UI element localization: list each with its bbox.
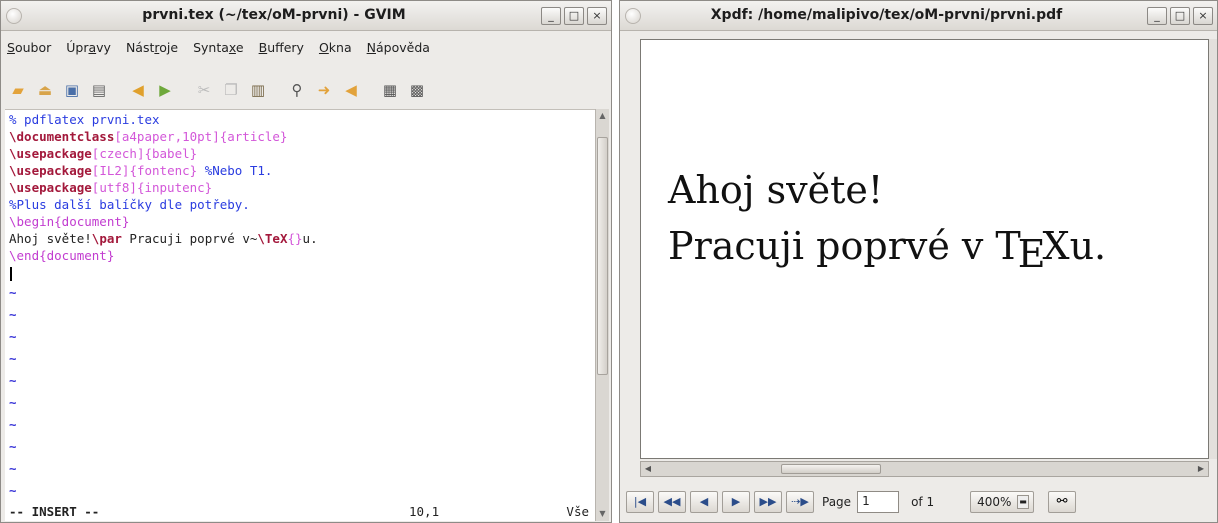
empty-line-marker: ~ — [9, 329, 17, 344]
menu-nastroje[interactable]: Nástroje — [126, 40, 178, 55]
empty-line-marker: ~ — [9, 285, 17, 300]
maximize-button[interactable]: □ — [1170, 7, 1190, 25]
close-button[interactable]: × — [587, 7, 607, 25]
forward-history-button[interactable]: ⇢▶ — [786, 491, 814, 513]
zoom-value: 400% — [977, 495, 1012, 509]
empty-line-marker: ~ — [9, 351, 17, 366]
load-session-icon[interactable]: ▦ — [381, 81, 399, 99]
print-icon[interactable]: ▤ — [90, 81, 108, 99]
menu-upravy[interactable]: Úpravy — [66, 40, 111, 55]
empty-line-marker: ~ — [9, 461, 17, 476]
scrollbar-thumb[interactable] — [781, 464, 881, 474]
empty-line-marker: ~ — [9, 395, 17, 410]
empty-line-marker: ~ — [9, 373, 17, 388]
code-line-5: \usepackage[utf8]{inputenc} — [9, 180, 213, 195]
pdf-page-view[interactable]: Ahoj světe! Pracuji poprvé v TEXu. — [640, 39, 1209, 459]
menu-napoveda[interactable]: Nápověda — [367, 40, 430, 55]
save-icon[interactable]: ▣ — [63, 81, 81, 99]
empty-line-marker: ~ — [9, 417, 17, 432]
pdf-vertical-scrollbar[interactable] — [1209, 39, 1217, 459]
code-line-6: %Plus další balíčky dle potřeby. — [9, 197, 250, 212]
empty-line-marker: ~ — [9, 439, 17, 454]
window-menu-icon[interactable] — [625, 8, 641, 24]
cut-icon[interactable]: ✂ — [195, 81, 213, 99]
scroll-right-icon[interactable]: ▶ — [1194, 462, 1208, 476]
scroll-percent: Vše — [566, 504, 589, 519]
window-menu-icon[interactable] — [6, 8, 22, 24]
xpdf-toolbar: |◀ ◀◀ ◀ ▶ ▶▶ ⇢▶ Page 1 of 1 400% ▬ ⚯ — [620, 485, 1217, 519]
forward-10-pages-button[interactable]: ▶▶ — [754, 491, 782, 513]
empty-line-marker: ~ — [9, 307, 17, 322]
mode-indicator: -- INSERT -- — [9, 504, 100, 519]
code-line-2: \documentclass[a4paper,10pt]{article} — [9, 129, 288, 144]
code-line-3: \usepackage[czech]{babel} — [9, 146, 198, 161]
gvim-menubar: Soubor Úpravy Nástroje Syntaxe Buffery O… — [1, 32, 611, 62]
back-10-pages-button[interactable]: ◀◀ — [658, 491, 686, 513]
find-prev-icon[interactable]: ◀ — [342, 81, 360, 99]
menu-okna[interactable]: Okna — [319, 40, 352, 55]
code-line-9: \end{document} — [9, 248, 115, 263]
find-next-icon[interactable]: ➜ — [315, 81, 333, 99]
code-line-1: % pdflatex prvni.tex — [9, 112, 160, 127]
page-number-input[interactable]: 1 — [857, 491, 900, 513]
code-line-8: Ahoj světe!\par Pracuji poprvé v~\TeX{}u… — [9, 231, 318, 246]
xpdf-window-title: Xpdf: /home/malipivo/tex/oM-prvni/prvni.… — [710, 7, 1063, 23]
find-binoculars-icon[interactable]: ⚯ — [1048, 491, 1077, 513]
first-page-button[interactable]: |◀ — [626, 491, 654, 513]
save-session-icon[interactable]: ⏏ — [36, 81, 54, 99]
menu-syntaxe[interactable]: Syntaxe — [193, 40, 244, 55]
copy-icon[interactable]: ❐ — [222, 81, 240, 99]
gvim-titlebar[interactable]: prvni.tex (~/tex/oM-prvni) - GVIM _ □ × — [1, 1, 611, 31]
xpdf-titlebar[interactable]: Xpdf: /home/malipivo/tex/oM-prvni/prvni.… — [620, 1, 1217, 31]
close-button[interactable]: × — [1193, 7, 1213, 25]
redo-icon[interactable]: ▶ — [156, 81, 174, 99]
gvim-window-title: prvni.tex (~/tex/oM-prvni) - GVIM — [142, 7, 406, 23]
gvim-vertical-scrollbar[interactable]: ▲ ▼ — [595, 109, 609, 521]
undo-icon[interactable]: ◀ — [129, 81, 147, 99]
scroll-left-icon[interactable]: ◀ — [641, 462, 655, 476]
find-replace-icon[interactable]: ⚲ — [288, 81, 306, 99]
code-line-4: \usepackage[IL2]{fontenc} %Nebo T1. — [9, 163, 273, 178]
maximize-button[interactable]: □ — [564, 7, 584, 25]
pdf-horizontal-scrollbar[interactable]: ◀ ▶ — [640, 461, 1209, 477]
gvim-toolbar: ▰ ⏏ ▣ ▤ ◀ ▶ ✂ ❐ ▥ ⚲ ➜ ◀ ▦ ▩ — [1, 77, 611, 103]
scroll-up-icon[interactable]: ▲ — [596, 109, 609, 123]
make-icon[interactable]: ▩ — [408, 81, 426, 99]
previous-page-button[interactable]: ◀ — [690, 491, 718, 513]
paste-icon[interactable]: ▥ — [249, 81, 267, 99]
xpdf-window: Xpdf: /home/malipivo/tex/oM-prvni/prvni.… — [619, 0, 1218, 523]
text-cursor — [10, 267, 12, 281]
pdf-text-line-2: Pracuji poprvé v TEXu. — [668, 224, 1107, 276]
zoom-select[interactable]: 400% ▬ — [970, 491, 1035, 513]
page-label: Page — [822, 495, 852, 509]
empty-line-marker: ~ — [9, 483, 17, 498]
menu-soubor[interactable]: Soubor — [7, 40, 51, 55]
scrollbar-thumb[interactable] — [597, 137, 608, 375]
next-page-button[interactable]: ▶ — [722, 491, 750, 513]
minimize-button[interactable]: _ — [1147, 7, 1167, 25]
open-folder-icon[interactable]: ▰ — [9, 81, 27, 99]
text-editor-area[interactable]: % pdflatex prvni.tex \documentclass[a4pa… — [5, 109, 595, 521]
page-count-label: of 1 — [911, 495, 935, 509]
scroll-down-icon[interactable]: ▼ — [596, 507, 609, 521]
pdf-text-line-1: Ahoj světe! — [668, 168, 884, 212]
vim-statusline: -- INSERT -- 10,1 Vše — [5, 502, 595, 521]
code-line-7: \begin{document} — [9, 214, 130, 229]
menu-buffery[interactable]: Buffery — [259, 40, 304, 55]
minimize-button[interactable]: _ — [541, 7, 561, 25]
cursor-position: 10,1 — [409, 504, 440, 519]
dropdown-arrow-icon: ▬ — [1017, 495, 1030, 509]
gvim-window: prvni.tex (~/tex/oM-prvni) - GVIM _ □ × … — [0, 0, 612, 523]
